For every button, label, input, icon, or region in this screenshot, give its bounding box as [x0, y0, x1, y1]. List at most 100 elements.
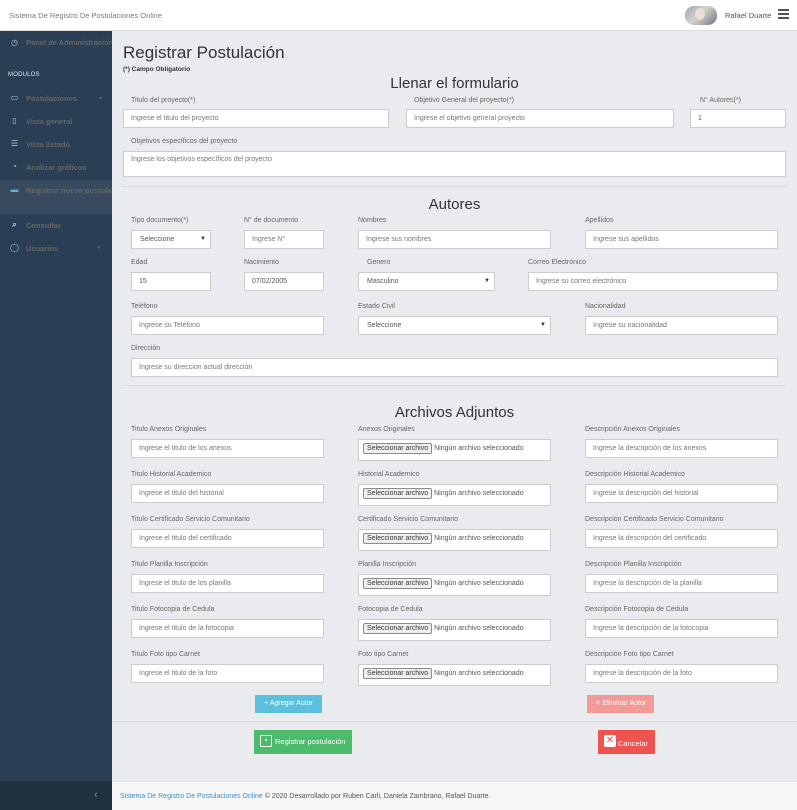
adjunto-file-label: Fotocopia de Cedula	[358, 606, 423, 613]
page-title: Registrar Postulación	[123, 43, 285, 62]
adjunto-title-input[interactable]: Ingrese el titulo de la fotocopia	[131, 619, 324, 638]
file-status: Ningún archivo seleccionado	[434, 490, 524, 497]
choose-file-button[interactable]: Seleccionar archivo	[363, 668, 433, 679]
file-status: Ningún archivo seleccionado	[434, 625, 524, 632]
titulo-label: Titulo del proyecto(*)	[131, 97, 196, 104]
sidebar-item-registrar[interactable]: ▬ Registrar nueva postulación	[0, 180, 127, 214]
genero-label: Genero	[367, 259, 391, 266]
adjunto-file-input[interactable]: Seleccionar archivo Ningún archivo selecc…	[358, 529, 551, 551]
titulo-input[interactable]: Ingrese el titulo del proyecto	[123, 109, 389, 128]
sidebar: ◷ Panel de Administración MODULOS ▭ Post…	[0, 31, 127, 810]
adjunto-desc-input[interactable]: Ingrese la descripción del historial	[585, 484, 778, 503]
book-icon: ▯	[12, 116, 17, 125]
telefono-input[interactable]: Ingrese su Teléfono	[131, 316, 324, 335]
adjunto-desc-label: Descripción Certificado Servicio Comunit…	[585, 516, 724, 523]
adjunto-desc-input[interactable]: Ingrese la descripción del certificado	[585, 529, 778, 548]
sidebar-toggle[interactable]: ‹	[0, 781, 112, 810]
adjunto-title-input[interactable]: Ingrese el titulo de los planilla	[131, 574, 324, 593]
cancel-label: Cancelar	[618, 739, 649, 748]
especificos-label: Objetivos específicos del proyecto	[131, 138, 238, 145]
adjunto-desc-input[interactable]: Ingrese la descripción de la fotocopia	[585, 619, 778, 638]
nacionalidad-input[interactable]: Ingrese su nacionalidad	[585, 316, 778, 335]
file-status: Ningún archivo seleccionado	[434, 445, 524, 452]
adjunto-title-label: Titulo Certificado Servicio Comunitario	[131, 516, 250, 523]
objetivo-input[interactable]: Ingrese el objetivo general proyecto	[406, 109, 674, 128]
caret-down-icon: ▼	[540, 322, 546, 328]
adjunto-desc-input[interactable]: Ingrese la descripción de los anexos	[585, 439, 778, 458]
genero-select[interactable]: Masculino ▼	[358, 272, 495, 291]
adjunto-title-input[interactable]: Ingrese el titulo del historial	[131, 484, 324, 503]
caret-down-icon: ▼	[200, 236, 206, 242]
divider	[123, 385, 786, 386]
adjunto-title-label: Titulo Anexos Originales	[131, 426, 207, 433]
list-icon: ☰	[10, 139, 19, 148]
adjunto-file-input[interactable]: Seleccionar archivo Ningún archivo selecc…	[358, 439, 551, 461]
choose-file-button[interactable]: Seleccionar archivo	[363, 488, 433, 499]
nacimiento-input[interactable]: 07/02/2005	[244, 272, 324, 291]
edad-input[interactable]: 15	[131, 272, 211, 291]
adjunto-desc-label: Descripción Fotocopia de Cedula	[585, 606, 689, 613]
adjunto-desc-input[interactable]: Ingrese la descripción de la planilla	[585, 574, 778, 593]
adjunto-title-label: Titulo Planilla Inscripción	[131, 561, 208, 568]
tipo-doc-label: Tipo documento(*)	[131, 217, 189, 224]
direccion-input[interactable]: Ingrese su direccion actual dirección	[131, 358, 778, 377]
adjunto-title-input[interactable]: Ingrese el titulo de la foto	[131, 664, 324, 683]
main-content: Registrar Postulación (*) Campo Obligato…	[112, 31, 797, 781]
adjunto-desc-label: Descripción Planilla Inscripción	[585, 561, 682, 568]
choose-file-button[interactable]: Seleccionar archivo	[363, 578, 433, 589]
adjunto-file-input[interactable]: Seleccionar archivo Ningún archivo selecc…	[358, 574, 551, 596]
adjunto-title-input[interactable]: Ingrese el titulo de los anexos	[131, 439, 324, 458]
apellidos-label: Apellidos	[585, 217, 614, 224]
tipo-doc-value: Seleccione	[140, 236, 175, 243]
nacionalidad-label: Nacionalidad	[585, 303, 626, 310]
user-avatar[interactable]	[685, 6, 717, 25]
ndoc-label: N° de documento	[244, 217, 299, 224]
remove-author-button[interactable]: ✕ Eliminar Autor	[587, 695, 654, 713]
adjunto-file-input[interactable]: Seleccionar archivo Ningún archivo selecc…	[358, 664, 551, 686]
adjunto-file-label: Anexos Originales	[358, 426, 415, 433]
chevron-down-icon: ⌄	[98, 95, 104, 101]
adjuntos-section-title: Archivos Adjuntos	[394, 404, 515, 421]
user-name[interactable]: Rafael Duarte	[725, 11, 771, 20]
cancel-button[interactable]: ✕ Cancelar	[598, 730, 655, 754]
search-icon: ⌕	[12, 220, 17, 229]
ndoc-input[interactable]: Ingrese N°	[244, 230, 324, 249]
sidebar-section-label: MODULOS	[8, 72, 40, 78]
autores-section-title: Autores	[428, 196, 481, 213]
close-icon: ✕	[604, 735, 616, 747]
app-brand[interactable]: Sistema De Registro De Postulaciones Onl…	[9, 11, 162, 20]
divider	[123, 186, 786, 187]
adjunto-title-label: Titulo Fotocopia de Cedula	[131, 606, 215, 613]
adjunto-desc-input[interactable]: Ingrese la descripción de la foto	[585, 664, 778, 683]
chevron-left-icon: ‹	[98, 245, 100, 251]
submit-label: Registrar postulación	[275, 737, 346, 746]
adjunto-file-label: Historial Academico	[358, 471, 420, 478]
tipo-doc-select[interactable]: Seleccione ▼	[131, 230, 211, 249]
choose-file-button[interactable]: Seleccionar archivo	[363, 443, 433, 454]
adjunto-file-input[interactable]: Seleccionar archivo Ningún archivo selecc…	[358, 484, 551, 506]
autores-count-input[interactable]: 1	[690, 109, 786, 128]
choose-file-button[interactable]: Seleccionar archivo	[363, 533, 433, 544]
adjunto-title-label: Titulo Historial Academico	[131, 471, 212, 478]
adjunto-title-input[interactable]: Ingrese el titulo del certificado	[131, 529, 324, 548]
choose-file-button[interactable]: Seleccionar archivo	[363, 623, 433, 634]
nombres-input[interactable]: Ingrese sus nombres	[358, 230, 551, 249]
adjunto-desc-label: Descripción Foto tipo Carnet	[585, 651, 674, 658]
especificos-textarea[interactable]: Ingrese los objetivos específicos del pr…	[123, 151, 786, 177]
estado-civil-select[interactable]: Seleccione ▼	[358, 316, 551, 335]
adjunto-desc-label: Descripción Anexos Originales	[585, 426, 680, 433]
adjunto-file-label: Certificado Servicio Comunitario	[358, 516, 458, 523]
save-icon: ▪	[260, 735, 272, 747]
adjunto-file-input[interactable]: Seleccionar archivo Ningún archivo selecc…	[358, 619, 551, 641]
add-author-button[interactable]: + Agregar Autor	[255, 695, 322, 713]
submit-button[interactable]: ▪ Registrar postulación	[254, 730, 352, 754]
correo-label: Correo Electrónico	[528, 259, 586, 266]
correo-input[interactable]: Ingrese su correo electrónico	[528, 272, 778, 291]
footer-link[interactable]: Sistema De Registro De Postulaciones Onl…	[120, 793, 263, 800]
folder-icon: ▭	[10, 93, 19, 102]
apellidos-input[interactable]: Ingrese sus apellidos	[585, 230, 778, 249]
user-icon: ◯	[10, 243, 19, 252]
adjunto-desc-label: Descripción Historial Academico	[585, 471, 685, 478]
hamburger-menu-icon[interactable]	[778, 9, 789, 19]
telefono-label: Teléfono	[131, 303, 158, 310]
